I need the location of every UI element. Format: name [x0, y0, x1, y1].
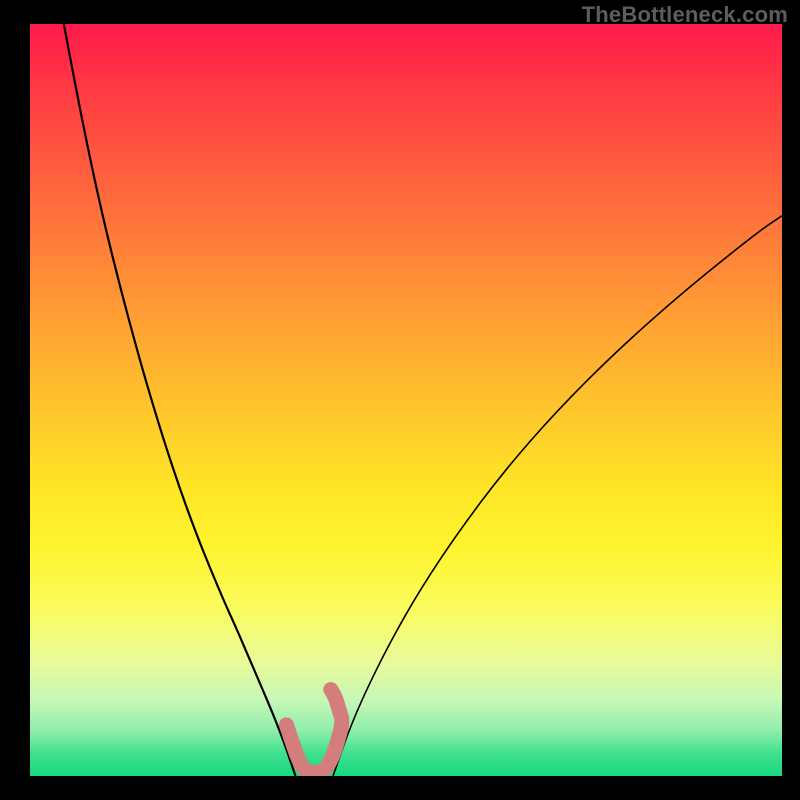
left-curve-path	[64, 24, 296, 776]
plot-area	[30, 24, 782, 776]
chart-frame: TheBottleneck.com	[0, 0, 800, 800]
highlight-path	[286, 690, 341, 773]
watermark-text: TheBottleneck.com	[582, 2, 788, 28]
chart-svg	[30, 24, 782, 776]
right-curve-path	[333, 216, 782, 776]
